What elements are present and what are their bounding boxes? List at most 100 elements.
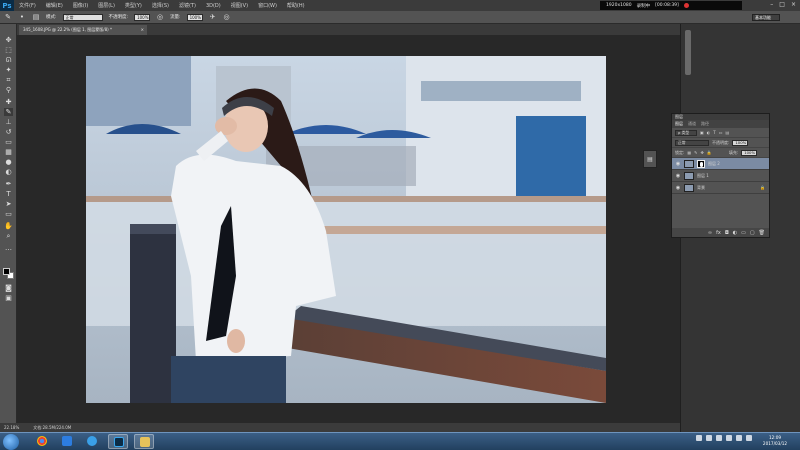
tray-icon[interactable] (716, 435, 722, 441)
taskbar-chrome[interactable] (32, 434, 52, 449)
new-layer-icon[interactable]: ▢ (750, 230, 755, 236)
network-icon[interactable] (736, 435, 742, 441)
tray-icon[interactable] (726, 435, 732, 441)
pressure-size-icon[interactable]: ◎ (223, 13, 231, 21)
filter-shape-icon[interactable]: ▭ (719, 130, 723, 135)
filter-smart-icon[interactable]: ▤ (726, 130, 730, 135)
group-icon[interactable]: ▭ (741, 230, 746, 236)
menu-layer[interactable]: 图层(L) (93, 2, 120, 9)
fill-input[interactable]: 100% (741, 149, 758, 156)
layer-row[interactable]: ◉ 图层 1 (672, 170, 769, 182)
quick-mask-icon[interactable]: ◙ (4, 284, 13, 292)
brush-preset-icon[interactable]: ✎ (4, 13, 12, 21)
layer-name[interactable]: 图层 1 (697, 173, 709, 179)
menu-filter[interactable]: 滤镜(T) (174, 2, 201, 9)
hand-tool-icon[interactable]: ✋ (4, 222, 13, 230)
layer-thumbnail[interactable] (684, 171, 694, 180)
taskbar-feiq[interactable] (57, 434, 77, 449)
windows-start-button[interactable] (3, 434, 19, 450)
path-select-tool-icon[interactable]: ➤ (4, 200, 13, 208)
brush-panel-icon[interactable]: ▤ (32, 13, 40, 21)
taskbar-photoshop[interactable] (108, 434, 128, 449)
layer-mask-thumbnail[interactable] (697, 159, 705, 168)
close-button[interactable]: × (791, 1, 796, 8)
fx-icon[interactable]: fx (716, 230, 721, 236)
document-tab[interactable]: 345_1608.JPG @ 22.2% (图层 1, 图层蒙版/8) * × (19, 25, 147, 35)
lock-brush-icon[interactable]: ✎ (694, 150, 697, 155)
link-icon[interactable]: ∞ (708, 230, 712, 236)
menu-edit[interactable]: 编辑(E) (41, 2, 68, 9)
blur-tool-icon[interactable]: ● (4, 158, 13, 166)
adjustment-icon[interactable]: ◐ (733, 230, 737, 236)
workspace-select[interactable]: 基本功能 (752, 14, 780, 21)
healing-tool-icon[interactable]: ✚ (4, 98, 13, 106)
type-tool-icon[interactable]: T (4, 190, 13, 198)
volume-icon[interactable] (746, 435, 752, 441)
tray-icon[interactable] (696, 435, 702, 441)
filter-adjust-icon[interactable]: ◐ (707, 130, 711, 135)
history-brush-icon[interactable]: ↺ (4, 128, 13, 136)
taskbar-browser[interactable] (82, 434, 102, 449)
layer-name[interactable]: 背景 (697, 185, 705, 191)
flow-input[interactable]: 100% (186, 13, 203, 21)
eraser-tool-icon[interactable]: ▭ (4, 138, 13, 146)
tray-icon[interactable] (706, 435, 712, 441)
move-tool-icon[interactable]: ✥ (4, 36, 13, 44)
taskbar-image-viewer[interactable] (134, 434, 154, 449)
blend-mode-select[interactable]: 正常 (675, 139, 709, 146)
shape-tool-icon[interactable]: ▭ (4, 210, 13, 218)
menu-window[interactable]: 窗口(W) (253, 2, 282, 9)
lock-pixels-icon[interactable]: ▦ (687, 150, 691, 155)
tab-paths[interactable]: 路径 (701, 121, 709, 127)
layer-row[interactable]: ◉ 图层 2 (672, 158, 769, 170)
pen-tool-icon[interactable]: ✒ (4, 180, 13, 188)
lock-position-icon[interactable]: ✥ (701, 150, 704, 155)
filter-type-icon[interactable]: T (713, 130, 715, 135)
mask-icon[interactable]: ◘ (725, 230, 729, 236)
close-tab-icon[interactable]: × (141, 25, 144, 35)
foreground-color-swatch[interactable] (3, 268, 10, 275)
zoom-tool-icon[interactable]: ⌕ (4, 232, 13, 240)
menu-help[interactable]: 帮助(H) (282, 2, 310, 9)
lasso-tool-icon[interactable]: ᘏ (4, 56, 13, 64)
dodge-tool-icon[interactable]: ◐ (4, 168, 13, 176)
layer-row[interactable]: ◉ 背景 🔒 (672, 182, 769, 194)
layer-name[interactable]: 图层 2 (708, 161, 720, 167)
minimize-button[interactable]: – (770, 1, 773, 8)
stamp-tool-icon[interactable]: ⊥ (4, 118, 13, 126)
crop-tool-icon[interactable]: ⌗ (4, 76, 13, 84)
menu-type[interactable]: 类型(Y) (120, 2, 147, 9)
brush-size-icon[interactable]: • (18, 13, 26, 21)
marquee-tool-icon[interactable]: ⬚ (4, 46, 13, 54)
tab-layers[interactable]: 图层 (675, 121, 683, 127)
collapsed-panel-icon[interactable]: ▤ (643, 150, 657, 168)
filter-pixel-icon[interactable]: ▣ (700, 130, 704, 135)
menu-file[interactable]: 文件(F) (14, 2, 41, 9)
zoom-level[interactable]: 22.18% (4, 425, 19, 430)
layer-thumbnail[interactable] (684, 183, 694, 192)
screen-recorder-widget[interactable]: 1920x1080 录制中 [00:08:39] (600, 1, 742, 10)
panel-scrollbar[interactable] (685, 30, 691, 75)
lock-all-icon[interactable]: 🔒 (707, 150, 712, 155)
opacity-input[interactable]: 100% (134, 13, 151, 21)
tab-channels[interactable]: 通道 (688, 121, 696, 127)
quick-select-tool-icon[interactable]: ✦ (4, 66, 13, 74)
document-canvas-image[interactable] (86, 56, 606, 403)
layer-filter-select[interactable]: ρ 类型 (675, 129, 697, 136)
menu-3d[interactable]: 3D(D) (201, 3, 226, 9)
taskbar-clock[interactable]: 12:09 2017/03/12 (758, 435, 792, 447)
gradient-tool-icon[interactable]: ▦ (4, 148, 13, 156)
menu-image[interactable]: 图像(I) (68, 2, 93, 9)
pressure-opacity-icon[interactable]: ◎ (156, 13, 164, 21)
eyedropper-tool-icon[interactable]: ⚲ (4, 86, 13, 94)
record-icon[interactable] (683, 3, 689, 8)
layer-opacity-input[interactable]: 100% (732, 139, 749, 146)
menu-view[interactable]: 视图(V) (226, 2, 253, 9)
trash-icon[interactable]: 🗑 (759, 230, 765, 236)
document-size[interactable]: 文档:28.5M/224.0M (33, 425, 71, 431)
visibility-eye-icon[interactable]: ◉ (675, 185, 681, 191)
photoshop-logo[interactable]: Ps (0, 0, 14, 11)
layer-thumbnail[interactable] (684, 159, 694, 168)
screen-mode-icon[interactable]: ▣ (4, 294, 13, 302)
airbrush-icon[interactable]: ✈ (209, 13, 217, 21)
